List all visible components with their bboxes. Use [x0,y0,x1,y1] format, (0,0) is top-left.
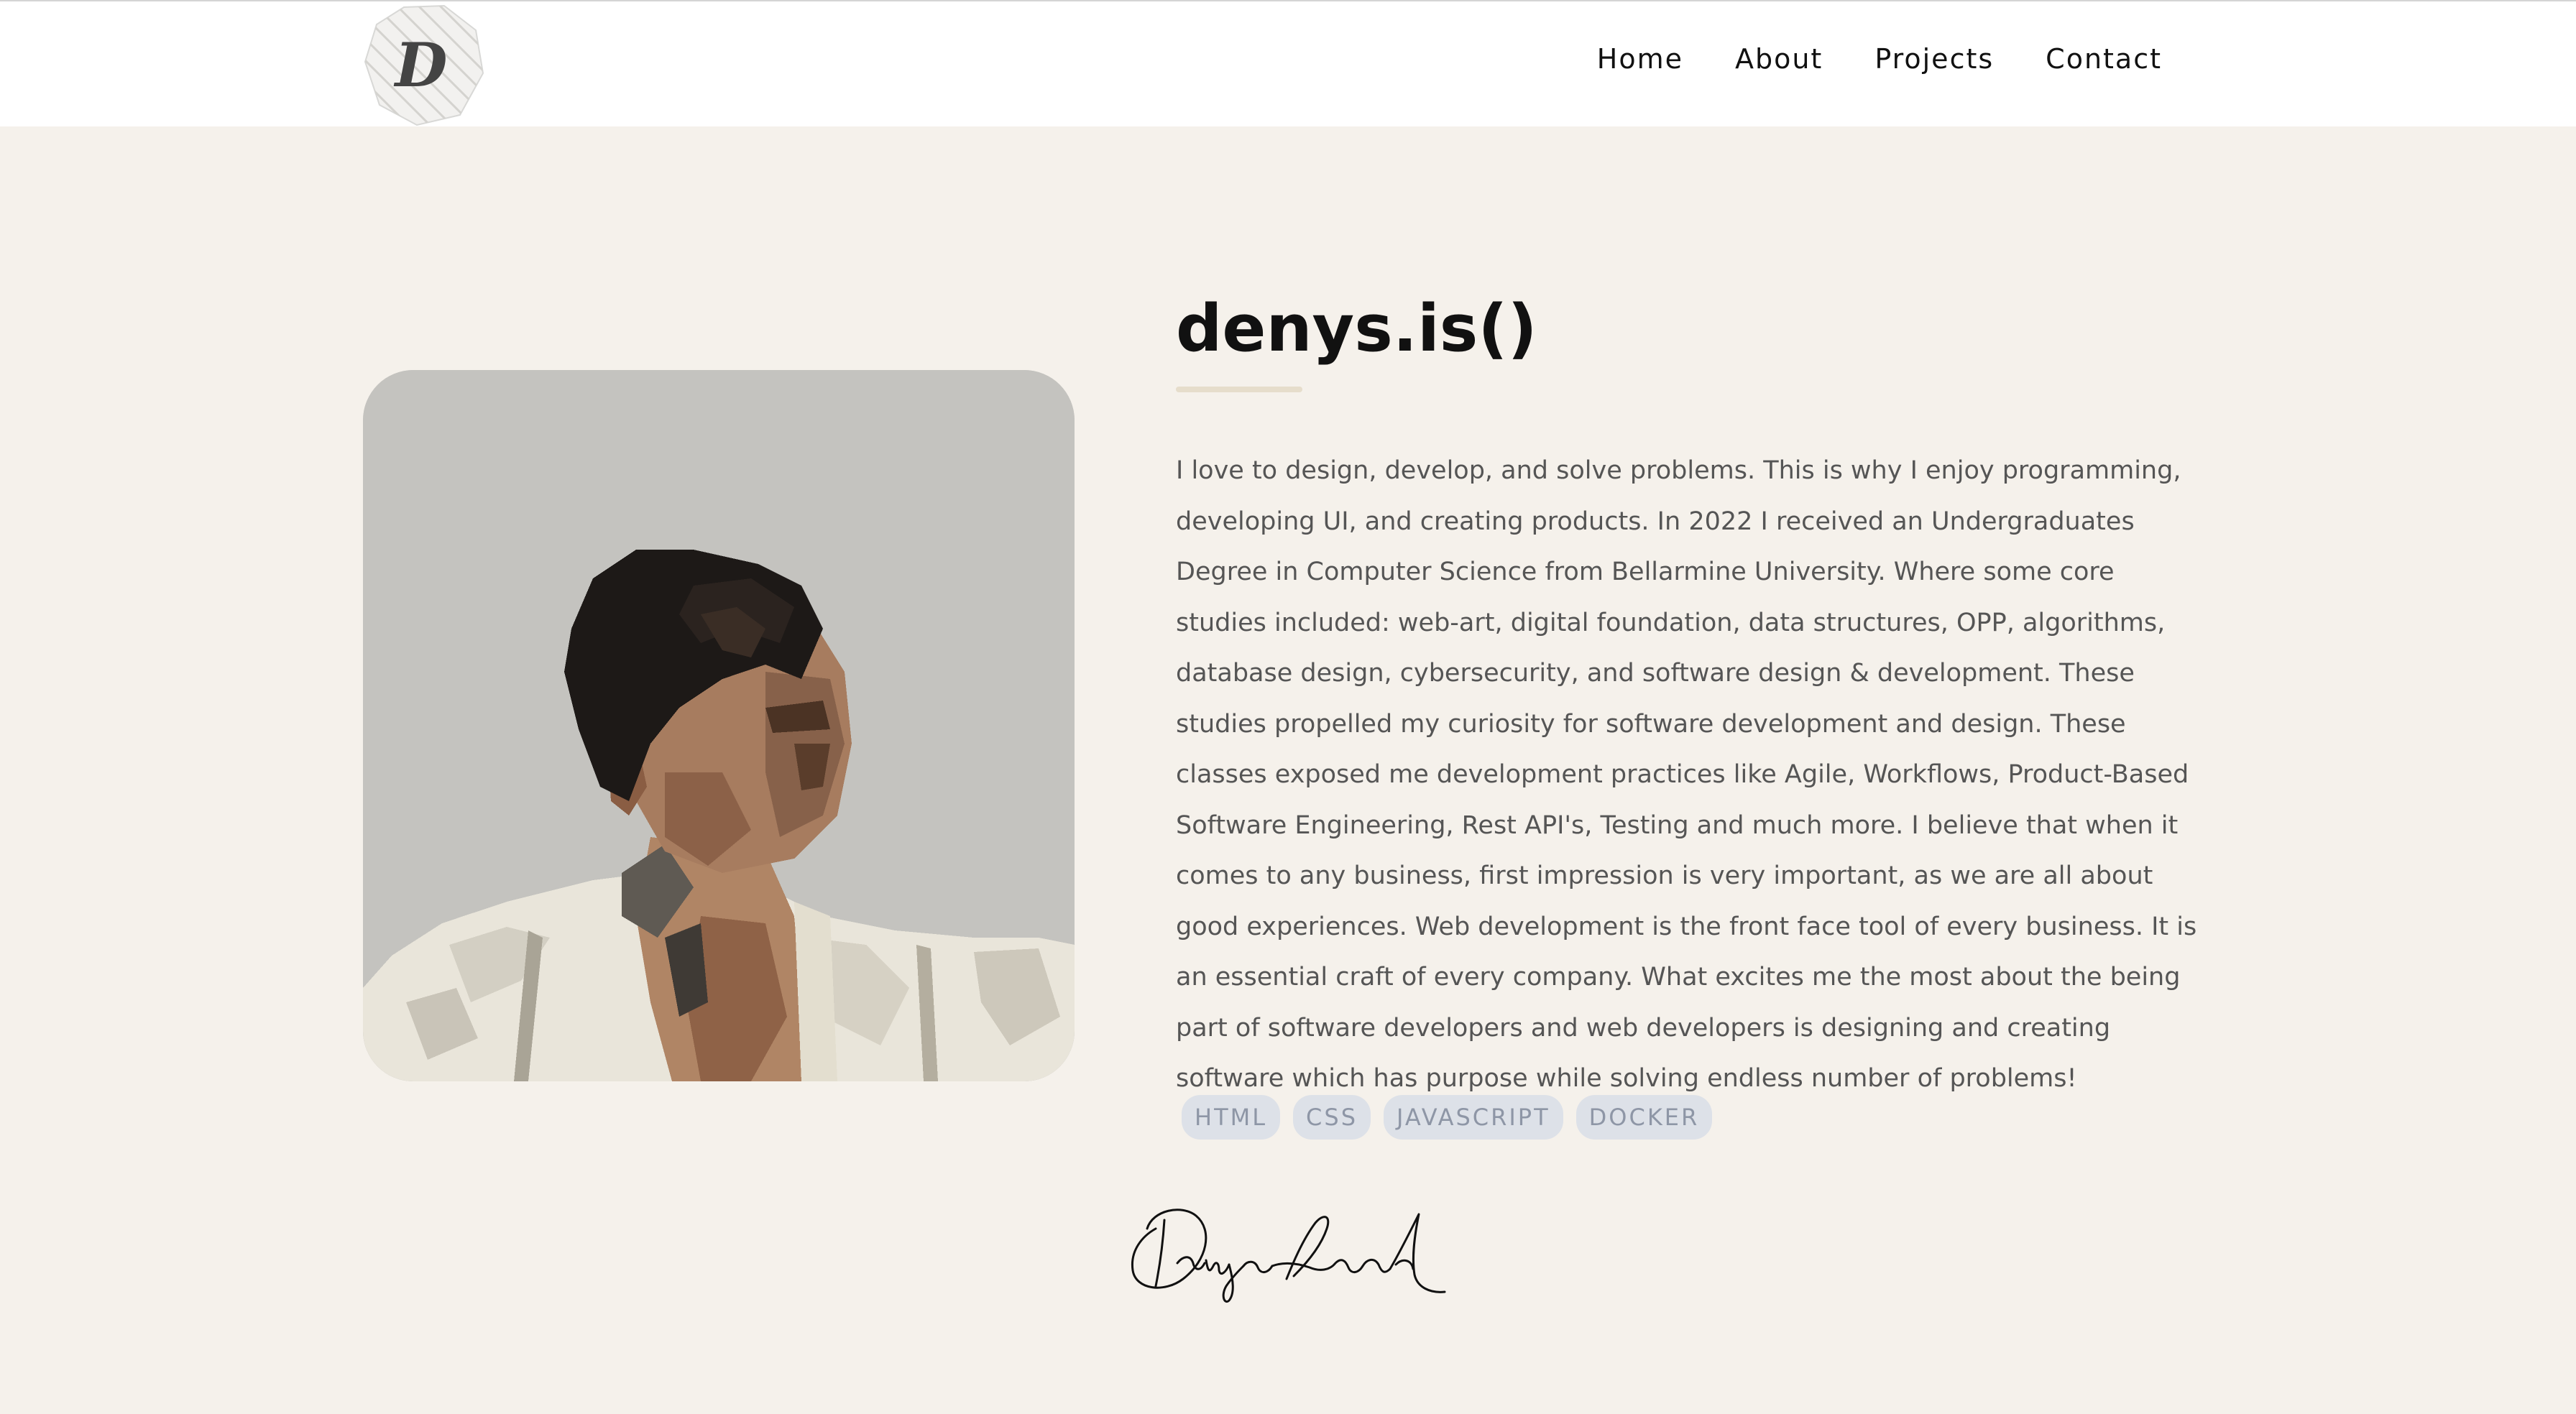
tag-javascript: JAVASCRIPT [1384,1095,1563,1140]
nav-link-about[interactable]: About [1735,43,1823,75]
signature [1121,1186,1452,1304]
logo[interactable]: D [359,4,489,126]
tag-html: HTML [1182,1095,1281,1140]
skill-tags: HTML CSS JAVASCRIPT DOCKER [1182,1095,1713,1140]
svg-text:D: D [394,29,448,101]
signature-icon [1131,1209,1446,1303]
logo-icon: D [364,4,484,126]
nav-link-home[interactable]: Home [1597,43,1683,75]
title-underline [1176,387,1302,392]
nav-links: Home About Projects Contact [1597,43,2162,75]
profile-photo [363,370,1075,1081]
tag-css: CSS [1293,1095,1371,1140]
nav-link-projects[interactable]: Projects [1874,43,1994,75]
navbar: D Home About Projects Contact [0,1,2576,126]
bio-paragraph: I love to design, develop, and solve pro… [1176,456,2197,1093]
nav-link-contact[interactable]: Contact [2046,43,2162,75]
portrait-image [363,370,1075,1081]
tag-docker: DOCKER [1576,1095,1713,1140]
page-title: denys.is() [1176,291,1537,366]
